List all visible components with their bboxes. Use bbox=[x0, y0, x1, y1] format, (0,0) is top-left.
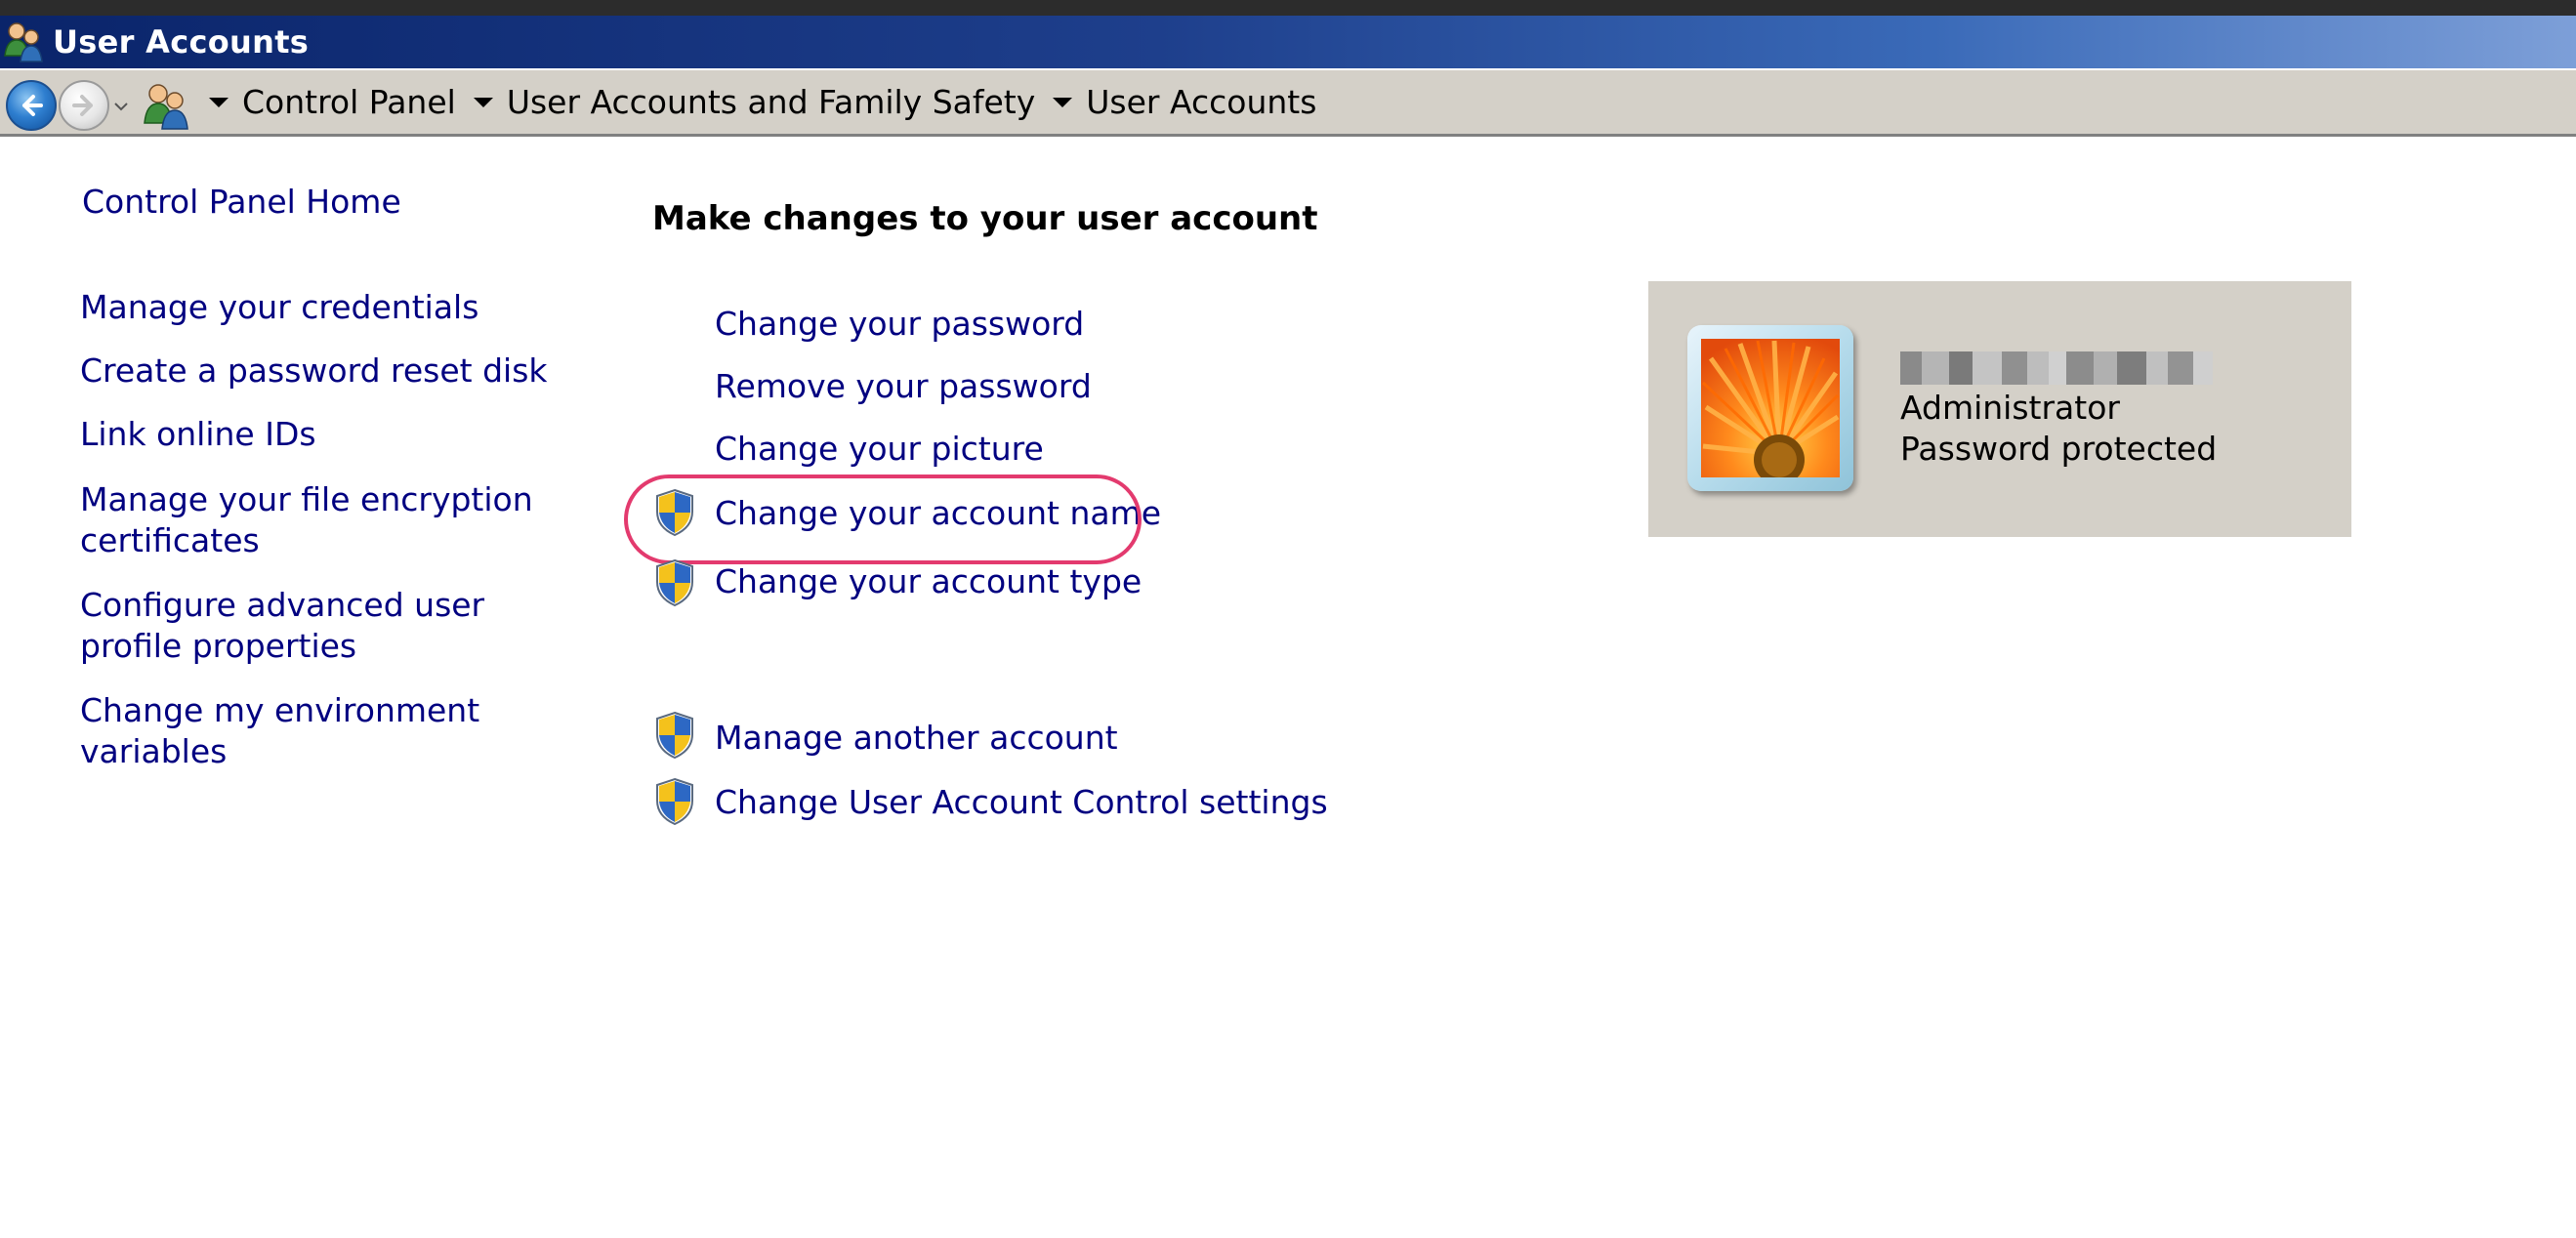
forward-arrow-icon bbox=[72, 95, 93, 116]
change-password-link[interactable]: Change your password bbox=[715, 304, 1084, 345]
configure-advanced-user-profile-link[interactable]: Configure advanced user profile properti… bbox=[80, 585, 588, 667]
manage-file-encryption-certificates-link[interactable]: Manage your file encryption certificates bbox=[80, 479, 588, 561]
uac-shield-icon bbox=[656, 558, 693, 607]
link-online-ids-link[interactable]: Link online IDs bbox=[80, 414, 588, 455]
change-environment-variables-link[interactable]: Change my environment variables bbox=[80, 690, 588, 772]
avatar[interactable] bbox=[1687, 325, 1853, 491]
chevron-down-icon[interactable] bbox=[1051, 96, 1074, 109]
uac-shield-icon bbox=[656, 777, 693, 826]
user-name-redacted bbox=[1900, 351, 2213, 385]
change-account-type-link[interactable]: Change your account type bbox=[715, 561, 1142, 602]
user-accounts-icon bbox=[2, 20, 47, 64]
account-type-label: Administrator bbox=[1900, 389, 2120, 427]
recent-pages-chevron-icon[interactable] bbox=[113, 100, 129, 113]
address-bar: Control Panel User Accounts and Family S… bbox=[0, 68, 2576, 137]
highlight-circle bbox=[624, 475, 1142, 564]
forward-button[interactable] bbox=[59, 80, 109, 131]
remove-password-link[interactable]: Remove your password bbox=[715, 366, 1092, 407]
manage-another-account-link[interactable]: Manage another account bbox=[715, 718, 1118, 759]
uac-shield-icon bbox=[656, 711, 693, 760]
window-title: User Accounts bbox=[53, 23, 310, 61]
back-arrow-icon bbox=[22, 95, 43, 116]
breadcrumb: Control Panel User Accounts and Family S… bbox=[203, 70, 1316, 134]
flower-picture-icon bbox=[1701, 339, 1840, 477]
create-password-reset-disk-link[interactable]: Create a password reset disk bbox=[80, 351, 588, 392]
manage-credentials-link[interactable]: Manage your credentials bbox=[80, 287, 588, 328]
user-account-card: Administrator Password protected bbox=[1648, 281, 2351, 537]
control-panel-users-icon bbox=[144, 84, 188, 130]
window-title-bar: User Accounts bbox=[0, 16, 2576, 68]
chevron-down-icon[interactable] bbox=[472, 96, 495, 109]
change-picture-link[interactable]: Change your picture bbox=[715, 429, 1044, 470]
page-title: Make changes to your user account bbox=[652, 199, 1318, 238]
screen-top-strip bbox=[0, 0, 2576, 16]
breadcrumb-user-accounts[interactable]: User Accounts bbox=[1086, 83, 1316, 121]
password-status-label: Password protected bbox=[1900, 430, 2218, 468]
breadcrumb-user-accounts-family-safety[interactable]: User Accounts and Family Safety bbox=[507, 83, 1035, 121]
back-button[interactable] bbox=[6, 80, 57, 131]
change-uac-settings-link[interactable]: Change User Account Control settings bbox=[715, 782, 1328, 823]
breadcrumb-control-panel[interactable]: Control Panel bbox=[242, 83, 456, 121]
chevron-down-icon[interactable] bbox=[207, 96, 230, 109]
control-panel-home-link[interactable]: Control Panel Home bbox=[82, 182, 401, 223]
